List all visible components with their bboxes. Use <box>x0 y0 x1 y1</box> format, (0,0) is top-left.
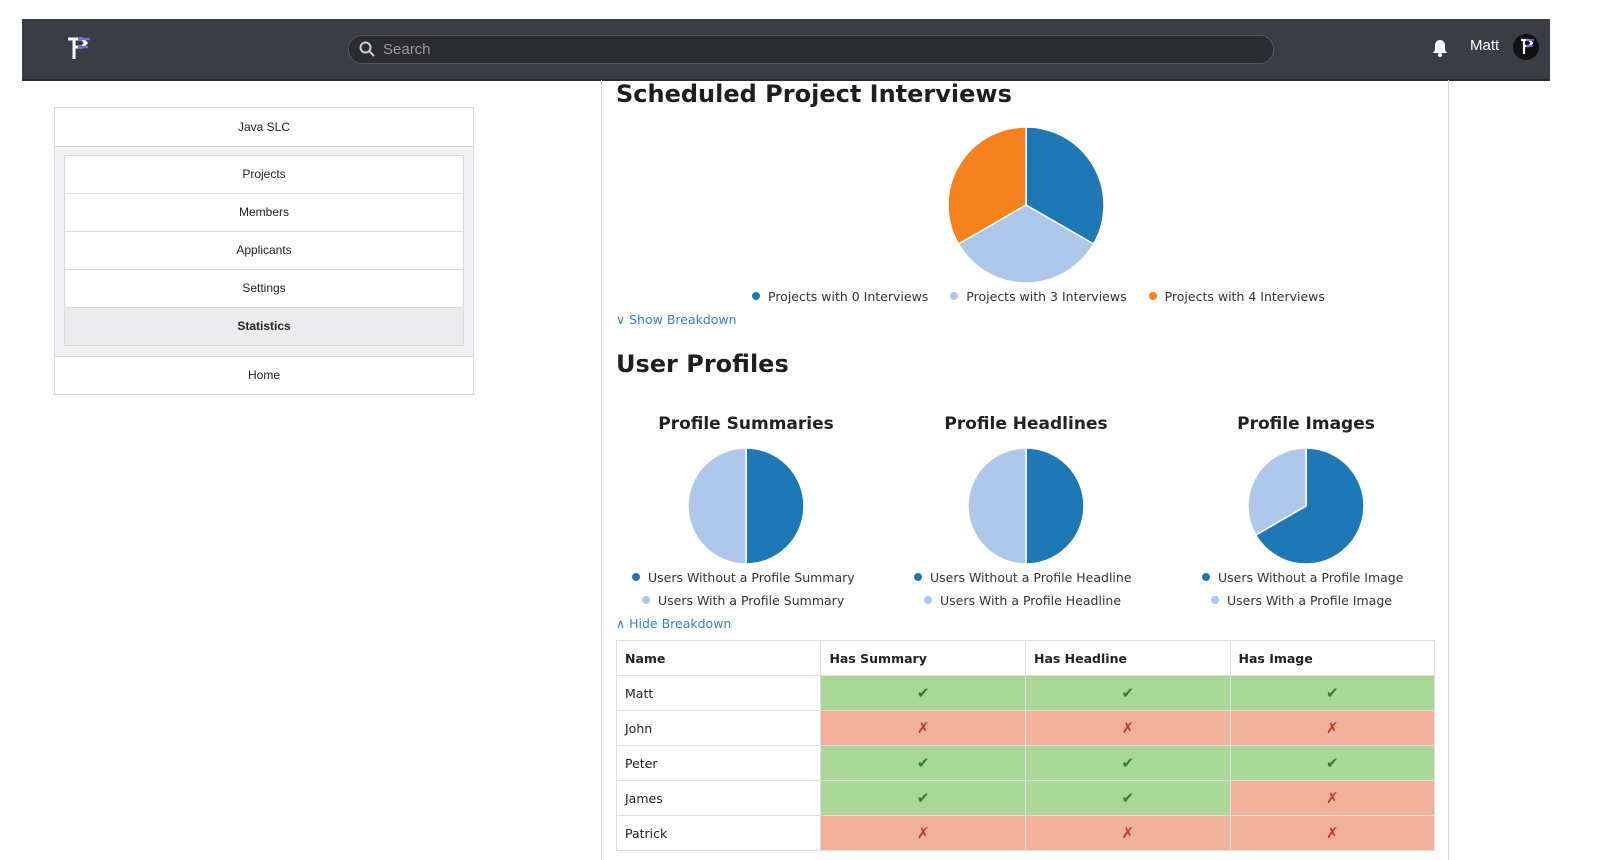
pie-slice-users-without-a-profile-summary[interactable] <box>745 448 805 564</box>
profile-summaries-pie-chart <box>687 448 805 564</box>
sidebar-item-home[interactable]: Home <box>55 357 473 394</box>
profile-headlines-pie-chart <box>967 448 1085 564</box>
summaries-legend-without: Users Without a Profile Summary <box>632 570 855 585</box>
legend-dot <box>1202 573 1210 581</box>
profile-images-pie-chart <box>1247 448 1365 564</box>
show-breakdown-link[interactable]: ∨ Show Breakdown <box>616 312 737 327</box>
legend-item: Projects with 4 Interviews <box>1148 289 1325 304</box>
sub-nav: Projects Members Applicants Settings Sta… <box>55 147 473 357</box>
check-icon: ✔ <box>1229 675 1435 711</box>
main-content: Scheduled Project Interviews Projects wi… <box>601 80 1449 860</box>
profile-breakdown-table: Name Has Summary Has Headline Has Image … <box>615 640 1435 851</box>
show-breakdown-label: Show Breakdown <box>629 312 737 327</box>
table-row: James ✔ ✔ ✗ <box>615 780 1435 816</box>
org-name[interactable]: Java SLC <box>55 108 473 147</box>
table-row: Matt ✔ ✔ ✔ <box>615 675 1435 711</box>
table-row: Peter ✔ ✔ ✔ <box>615 745 1435 781</box>
cross-icon: ✗ <box>820 710 1026 746</box>
legend-label: Users With a Profile Headline <box>940 593 1122 608</box>
legend-dot <box>632 573 640 581</box>
pf-logo-icon[interactable] <box>62 33 94 65</box>
legend-label: Users Without a Profile Summary <box>648 570 855 585</box>
column-header-headline[interactable]: Has Headline <box>1024 640 1231 676</box>
legend-dot <box>752 292 760 300</box>
cross-icon: ✗ <box>1024 815 1231 851</box>
interviews-title: Scheduled Project Interviews <box>616 80 1012 108</box>
cross-icon: ✗ <box>1229 710 1435 746</box>
sidebar-item-members[interactable]: Members <box>64 193 464 232</box>
legend-label: Users Without a Profile Headline <box>930 570 1132 585</box>
user-name[interactable]: Matt <box>1470 37 1499 54</box>
search-input[interactable] <box>383 36 1253 63</box>
legend-item: Projects with 3 Interviews <box>950 289 1127 304</box>
pie-slice-users-with-a-profile-headline[interactable] <box>967 448 1027 564</box>
legend-label: Projects with 4 Interviews <box>1164 289 1325 304</box>
legend-dot <box>642 596 650 604</box>
check-icon: ✔ <box>1024 745 1231 781</box>
legend-label: Projects with 3 Interviews <box>966 289 1127 304</box>
table-header-row: Name Has Summary Has Headline Has Image <box>615 640 1435 676</box>
user-name-cell: Patrick <box>615 815 822 851</box>
user-name-cell: Matt <box>615 675 822 711</box>
check-icon: ✔ <box>820 780 1026 816</box>
legend-dot <box>1148 292 1157 300</box>
check-icon: ✔ <box>1024 780 1231 816</box>
images-legend-with: Users With a Profile Image <box>1211 593 1392 608</box>
avatar[interactable] <box>1513 34 1539 60</box>
user-name-cell: Peter <box>615 745 822 781</box>
hide-breakdown-link[interactable]: ∧ Hide Breakdown <box>616 616 731 631</box>
profile-headlines-title: Profile Headlines <box>944 414 1108 434</box>
check-icon: ✔ <box>1229 745 1435 781</box>
bell-icon[interactable] <box>1432 39 1448 61</box>
sidebar-item-projects[interactable]: Projects <box>64 155 464 194</box>
legend-label: Users With a Profile Summary <box>658 593 845 608</box>
interviews-pie-chart <box>947 127 1105 283</box>
column-header-image[interactable]: Has Image <box>1229 640 1435 676</box>
check-icon: ✔ <box>1024 675 1231 711</box>
pie-slice-users-without-a-profile-headline[interactable] <box>1025 448 1085 564</box>
legend-label: Users With a Profile Image <box>1227 593 1392 608</box>
sidebar-item-settings[interactable]: Settings <box>64 269 464 308</box>
legend-item: Projects with 0 Interviews <box>752 289 928 304</box>
interviews-legend: Projects with 0 Interviews Projects with… <box>752 289 1343 304</box>
legend-dot <box>924 596 932 604</box>
side-nav: Java SLC Projects Members Applicants Set… <box>54 107 474 395</box>
column-header-name[interactable]: Name <box>615 640 822 676</box>
profile-summaries-title: Profile Summaries <box>658 414 834 434</box>
headlines-legend-with: Users With a Profile Headline <box>924 593 1121 608</box>
legend-label: Users Without a Profile Image <box>1218 570 1404 585</box>
user-name-cell: John <box>615 710 822 746</box>
pie-slice-users-with-a-profile-summary[interactable] <box>687 448 747 564</box>
search-bar <box>348 35 1274 64</box>
cross-icon: ✗ <box>1024 710 1231 746</box>
legend-dot <box>950 292 959 300</box>
user-profiles-title: User Profiles <box>616 350 789 378</box>
table-row: John ✗ ✗ ✗ <box>615 710 1435 746</box>
images-legend-without: Users Without a Profile Image <box>1202 570 1403 585</box>
legend-label: Projects with 0 Interviews <box>768 289 929 304</box>
cross-icon: ✗ <box>1229 780 1435 816</box>
hide-breakdown-label: Hide Breakdown <box>629 616 732 631</box>
headlines-legend-without: Users Without a Profile Headline <box>914 570 1132 585</box>
profile-images-title: Profile Images <box>1237 414 1375 434</box>
sidebar-item-statistics[interactable]: Statistics <box>64 307 464 346</box>
user-name-cell: James <box>615 780 822 816</box>
top-bar: Matt <box>22 19 1550 81</box>
table-row: Patrick ✗ ✗ ✗ <box>615 815 1435 851</box>
legend-dot <box>914 573 922 581</box>
sidebar-item-applicants[interactable]: Applicants <box>64 231 464 270</box>
check-icon: ✔ <box>820 745 1026 781</box>
cross-icon: ✗ <box>1229 815 1435 851</box>
legend-dot <box>1211 596 1219 604</box>
search-icon <box>359 41 375 61</box>
cross-icon: ✗ <box>820 815 1026 851</box>
check-icon: ✔ <box>820 675 1026 711</box>
summaries-legend-with: Users With a Profile Summary <box>642 593 844 608</box>
column-header-summary[interactable]: Has Summary <box>820 640 1026 676</box>
